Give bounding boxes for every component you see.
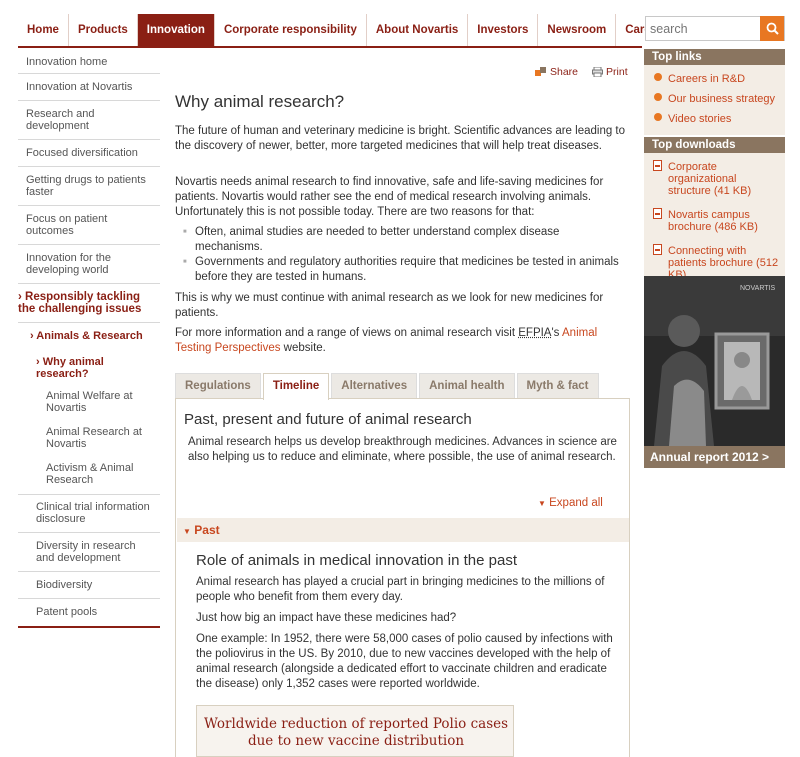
- panel-intro: Animal research helps us develop breakth…: [188, 436, 617, 463]
- panel-title: Past, present and future of animal resea…: [184, 411, 472, 428]
- top-link-video[interactable]: Video stories: [644, 111, 785, 127]
- page-title: Why animal research?: [175, 92, 345, 111]
- share-icon: [535, 67, 546, 76]
- section-paragraph: One example: In 1952, there were 58,000 …: [196, 633, 613, 690]
- annual-report-link[interactable]: Annual report 2012 >: [644, 446, 785, 468]
- arrow-icon: [654, 73, 662, 81]
- annual-report-photo[interactable]: NOVARTIS: [644, 276, 785, 446]
- top-links-box: Careers in R&D Our business strategy Vid…: [644, 65, 785, 135]
- polio-chart-header: Worldwide reduction of reported Polio ca…: [196, 705, 514, 757]
- more-info-text: website.: [280, 342, 326, 354]
- leftnav-focused-diversification[interactable]: Focused diversification: [18, 140, 160, 167]
- nav-about-novartis[interactable]: About Novartis: [367, 14, 469, 46]
- top-navigation: Home Products Innovation Corporate respo…: [18, 14, 668, 48]
- top-link-careers[interactable]: Careers in R&D: [644, 71, 785, 87]
- expand-all-button[interactable]: ▼ Expand all: [538, 497, 603, 509]
- pdf-icon: [653, 208, 662, 219]
- nav-newsroom[interactable]: Newsroom: [538, 14, 617, 46]
- leftnav-animals-research[interactable]: › Animals & Research: [18, 322, 160, 350]
- section-paragraph: Just how big an impact have these medici…: [196, 612, 457, 624]
- top-link-strategy[interactable]: Our business strategy: [644, 91, 785, 107]
- leftnav-why-animal-research[interactable]: › Why animal research?: [18, 350, 160, 385]
- efpia-abbr[interactable]: EFPIA: [518, 327, 551, 339]
- pdf-icon: [653, 244, 662, 255]
- top-link-label: Careers in R&D: [668, 73, 746, 85]
- left-navigation: Innovation home Innovation at Novartis R…: [18, 52, 160, 628]
- search-icon: [766, 22, 779, 35]
- leftnav-focus-patient[interactable]: Focus on patient outcomes: [18, 206, 160, 245]
- tab-myth-fact[interactable]: Myth & fact: [516, 373, 599, 398]
- download-campus-brochure[interactable]: Novartis campus brochure (486 KB): [644, 207, 785, 235]
- expand-all-label: Expand all: [549, 497, 603, 509]
- arrow-icon: [654, 113, 662, 121]
- print-icon: [592, 67, 604, 77]
- download-label: Corporate organizational structure (41 K…: [668, 161, 752, 197]
- search-input[interactable]: [646, 17, 760, 40]
- child-photo-image: NOVARTIS: [644, 276, 785, 446]
- leftnav-activism[interactable]: Activism & Animal Research: [18, 455, 160, 494]
- leftnav-animal-research-at-novartis[interactable]: Animal Research at Novartis: [18, 419, 160, 455]
- timeline-panel: Past, present and future of animal resea…: [175, 399, 630, 757]
- right-sidebar: Top links Careers in R&D Our business st…: [644, 49, 785, 468]
- past-section-toggle[interactable]: ▼ Past: [177, 518, 629, 542]
- section-title: Role of animals in medical innovation in…: [196, 552, 518, 569]
- bullet-item: Governments and regulatory authorities r…: [183, 255, 628, 285]
- leftnav-clinical-trial[interactable]: Clinical trial information disclosure: [18, 494, 160, 533]
- download-label: Novartis campus brochure (486 KB): [668, 209, 758, 233]
- print-button[interactable]: Print: [592, 66, 628, 78]
- topic-tabs: Regulations Timeline Alternatives Animal…: [175, 373, 630, 400]
- intro-paragraph: The future of human and veterinary medic…: [175, 125, 626, 152]
- top-downloads-heading: Top downloads: [644, 137, 785, 153]
- tab-alternatives[interactable]: Alternatives: [331, 373, 418, 398]
- top-link-label: Video stories: [668, 113, 732, 125]
- tab-animal-health[interactable]: Animal health: [419, 373, 515, 398]
- leftnav-patent-pools[interactable]: Patent pools: [18, 599, 160, 626]
- search-button[interactable]: [760, 16, 784, 41]
- leftnav-biodiversity[interactable]: Biodiversity: [18, 572, 160, 599]
- polio-chart-title: Worldwide reduction of reported Polio ca…: [203, 716, 509, 749]
- leftnav-getting-drugs[interactable]: Getting drugs to patients faster: [18, 167, 160, 206]
- nav-corporate-responsibility[interactable]: Corporate responsibility: [215, 14, 367, 46]
- section-paragraph: Animal research has played a crucial par…: [196, 576, 605, 603]
- arrow-icon: [654, 93, 662, 101]
- bullet-item: Often, animal studies are needed to bett…: [183, 225, 628, 255]
- more-info-text: 's: [551, 327, 562, 339]
- more-info-paragraph: For more information and a range of view…: [175, 326, 630, 356]
- need-paragraph: Novartis needs animal research to find i…: [175, 176, 604, 218]
- leftnav-animal-welfare[interactable]: Animal Welfare at Novartis: [18, 385, 160, 419]
- search-box: [645, 16, 785, 41]
- print-label: Print: [606, 66, 628, 78]
- tab-timeline[interactable]: Timeline: [262, 373, 330, 400]
- nav-home[interactable]: Home: [18, 14, 69, 46]
- leftnav-innovation-home[interactable]: Innovation home: [18, 52, 160, 74]
- share-label: Share: [550, 66, 579, 78]
- share-print-row: Share Print: [535, 66, 628, 78]
- continue-paragraph: This is why we must continue with animal…: [175, 292, 604, 319]
- photo-logo-text: NOVARTIS: [740, 285, 775, 292]
- past-label: Past: [194, 523, 220, 537]
- share-button[interactable]: Share: [535, 66, 578, 78]
- nav-products[interactable]: Products: [69, 14, 138, 46]
- top-links-heading: Top links: [644, 49, 785, 65]
- leftnav-responsibly-tackling[interactable]: › Responsibly tackling the challenging i…: [18, 284, 160, 322]
- top-downloads-box: Corporate organizational structure (41 K…: [644, 153, 785, 291]
- more-info-text: For more information and a range of view…: [175, 327, 519, 339]
- leftnav-research-development[interactable]: Research and development: [18, 101, 160, 140]
- leftnav-innovation-developing[interactable]: Innovation for the developing world: [18, 245, 160, 284]
- pdf-icon: [653, 160, 662, 171]
- download-org-structure[interactable]: Corporate organizational structure (41 K…: [644, 159, 785, 199]
- nav-investors[interactable]: Investors: [468, 14, 539, 46]
- tab-regulations[interactable]: Regulations: [175, 373, 261, 398]
- nav-innovation[interactable]: Innovation: [137, 14, 215, 46]
- top-link-label: Our business strategy: [668, 93, 775, 105]
- leftnav-innovation-at-novartis[interactable]: Innovation at Novartis: [18, 74, 160, 101]
- leftnav-diversity[interactable]: Diversity in research and development: [18, 533, 160, 572]
- chevron-down-icon: ▼: [183, 527, 191, 536]
- chevron-down-icon: ▼: [538, 499, 546, 508]
